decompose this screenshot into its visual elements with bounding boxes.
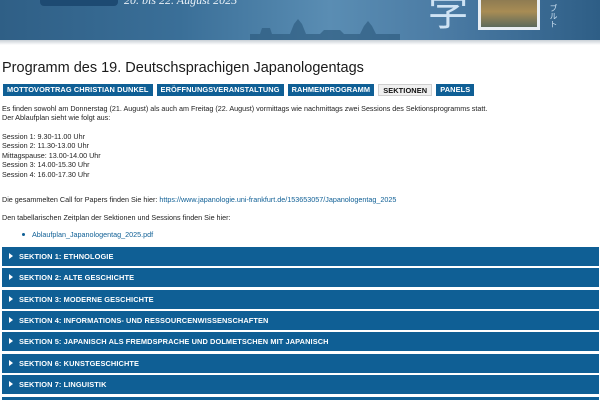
banner-photo <box>478 0 540 30</box>
header-banner: 20. bis 22. August 2025 学 ブルト <box>0 0 600 40</box>
cfp-link[interactable]: https://www.japanologie.uni-frankfurt.de… <box>159 195 396 204</box>
section-label: SEKTION 5: JAPANISCH ALS FREMDSPRACHE UN… <box>19 337 329 346</box>
section-informationswissenschaften[interactable]: SEKTION 4: INFORMATIONS- UND RESSOURCENW… <box>2 311 599 330</box>
section-linguistik[interactable]: SEKTION 7: LINGUISTIK <box>2 375 599 394</box>
section-ethnologie[interactable]: SEKTION 1: ETHNOLOGIE <box>2 247 599 266</box>
section-moderne-geschichte[interactable]: SEKTION 3: MODERNE GESCHICHTE <box>2 290 599 309</box>
banner-kanji: 学 <box>428 0 468 35</box>
caret-right-icon <box>9 253 13 259</box>
section-label: SEKTION 6: KUNSTGESCHICHTE <box>19 359 140 368</box>
page-title: Programm des 19. Deutschsprachigen Japan… <box>2 60 364 76</box>
tab-panels[interactable]: PANELS <box>436 84 475 96</box>
pdf-link[interactable]: Ablaufplan_Japanologentag_2025.pdf <box>32 230 153 239</box>
caret-right-icon <box>9 381 13 387</box>
tab-sektionen[interactable]: SEKTIONEN <box>378 84 433 96</box>
intro-text: Es finden sowohl am Donnerstag (21. Augu… <box>2 104 487 123</box>
intro-line-2: Der Ablaufplan sieht wie folgt aus: <box>2 113 111 123</box>
schedule-item: Session 2: 11.30-13.00 Uhr <box>2 141 89 151</box>
schedule-item: Session 1: 9.30-11.00 Uhr <box>2 132 85 141</box>
schedule-item: Session 3: 14.00-15.30 Uhr <box>2 160 90 170</box>
caret-right-icon <box>9 274 13 280</box>
schedule-list: Session 1: 9.30-11.00 Uhr Session 2: 11.… <box>2 132 101 179</box>
banner-katakana: ブルト <box>549 4 558 28</box>
section-label: SEKTION 2: ALTE GESCHICHTE <box>19 273 135 282</box>
cfp-paragraph: Die gesammelten Call for Papers finden S… <box>2 195 396 204</box>
cfp-prefix: Die gesammelten Call for Papers finden S… <box>2 195 160 204</box>
tab-mottovortrag[interactable]: MOTTOVORTRAG CHRISTIAN DUNKEL <box>3 84 153 96</box>
schedule-item: Mittagspause: 13.00-14.00 Uhr <box>2 150 101 160</box>
caret-right-icon <box>9 317 13 323</box>
section-label: SEKTION 1: ETHNOLOGIE <box>19 252 114 261</box>
section-label: SEKTION 7: LINGUISTIK <box>19 380 107 389</box>
tab-eroeffnung[interactable]: ERÖFFNUNGSVERANSTALTUNG <box>156 84 284 96</box>
tab-rahmenprogramm[interactable]: RAHMENPROGRAMM <box>287 84 375 96</box>
table-intro: Den tabellarischen Zeitplan der Sektione… <box>2 213 231 222</box>
schedule-item: Session 4: 16.00-17.30 Uhr <box>2 169 90 179</box>
pdf-item: Ablaufplan_Japanologentag_2025.pdf <box>32 230 153 239</box>
bullet-icon <box>22 233 25 236</box>
section-japanisch-fremdsprache[interactable]: SEKTION 5: JAPANISCH ALS FREMDSPRACHE UN… <box>2 332 599 351</box>
banner-date-text: 20. bis 22. August 2025 <box>124 0 238 7</box>
caret-right-icon <box>9 338 13 344</box>
banner-date-badge <box>40 0 118 6</box>
section-alte-geschichte[interactable]: SEKTION 2: ALTE GESCHICHTE <box>2 268 599 287</box>
banner-skyline-image <box>250 19 400 40</box>
banner-divider <box>0 40 600 45</box>
program-tabs: MOTTOVORTRAG CHRISTIAN DUNKEL ERÖFFNUNGS… <box>3 84 475 96</box>
intro-line-1: Es finden sowohl am Donnerstag (21. Augu… <box>2 104 488 113</box>
caret-right-icon <box>9 360 13 366</box>
section-label: SEKTION 3: MODERNE GESCHICHTE <box>19 295 154 304</box>
section-kunstgeschichte[interactable]: SEKTION 6: KUNSTGESCHICHTE <box>2 354 599 373</box>
section-label: SEKTION 4: INFORMATIONS- UND RESSOURCENW… <box>19 316 269 325</box>
caret-right-icon <box>9 296 13 302</box>
